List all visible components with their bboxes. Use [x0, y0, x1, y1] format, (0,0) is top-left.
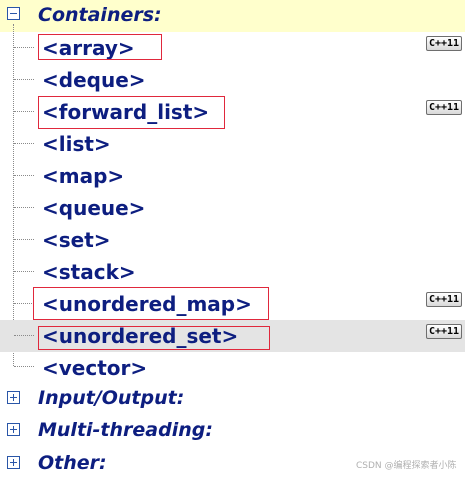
item-label[interactable]: <list> — [42, 132, 111, 156]
cpp11-badge: C++11 — [426, 324, 462, 339]
tree-branch — [14, 47, 34, 48]
container-item-list[interactable]: <list> — [0, 128, 465, 160]
item-label[interactable]: <set> — [42, 228, 111, 252]
tree-branch — [14, 271, 34, 272]
section-label[interactable]: Containers: — [38, 4, 162, 26]
item-label[interactable]: <queue> — [42, 196, 145, 220]
cpp11-badge: C++11 — [426, 292, 462, 307]
cpp11-badge: C++11 — [426, 36, 462, 51]
item-label[interactable]: <map> — [42, 164, 124, 188]
container-item-map[interactable]: <map> — [0, 160, 465, 192]
tree-branch — [14, 303, 34, 304]
annotation-box — [38, 34, 162, 60]
tree-branch — [14, 143, 34, 144]
annotation-box — [33, 287, 269, 320]
plus-icon[interactable] — [7, 456, 20, 469]
tree-branch — [14, 79, 34, 80]
section-label[interactable]: Multi-threading: — [38, 419, 213, 441]
tree-branch — [14, 175, 34, 176]
container-item-vector[interactable]: <vector> — [0, 352, 465, 384]
tree-branch — [14, 366, 34, 367]
tree-branch — [14, 207, 34, 208]
section-containers[interactable]: Containers: — [0, 0, 465, 32]
item-label[interactable]: <vector> — [42, 356, 147, 380]
tree-branch — [14, 111, 34, 112]
tree-branch — [14, 335, 34, 336]
minus-icon[interactable] — [7, 7, 20, 20]
section-label[interactable]: Input/Output: — [38, 387, 184, 409]
cpp11-badge: C++11 — [426, 100, 462, 115]
item-label[interactable]: <stack> — [42, 260, 136, 284]
annotation-box — [38, 96, 225, 129]
container-item-queue[interactable]: <queue> — [0, 192, 465, 224]
section-multi-threading[interactable]: Multi-threading: — [0, 416, 465, 448]
item-label[interactable]: <deque> — [42, 68, 146, 92]
plus-icon[interactable] — [7, 391, 20, 404]
section-label[interactable]: Other: — [38, 452, 107, 474]
section-input-output[interactable]: Input/Output: — [0, 384, 465, 416]
tree-branch — [14, 239, 34, 240]
reference-tree: Containers: <array> C++11 <deque> <forwa… — [0, 0, 465, 477]
container-item-stack[interactable]: <stack> — [0, 256, 465, 288]
container-item-set[interactable]: <set> — [0, 224, 465, 256]
plus-icon[interactable] — [7, 423, 20, 436]
watermark: CSDN @编程探索者小陈 — [356, 461, 457, 471]
annotation-box — [38, 326, 270, 350]
container-item-deque[interactable]: <deque> — [0, 64, 465, 96]
